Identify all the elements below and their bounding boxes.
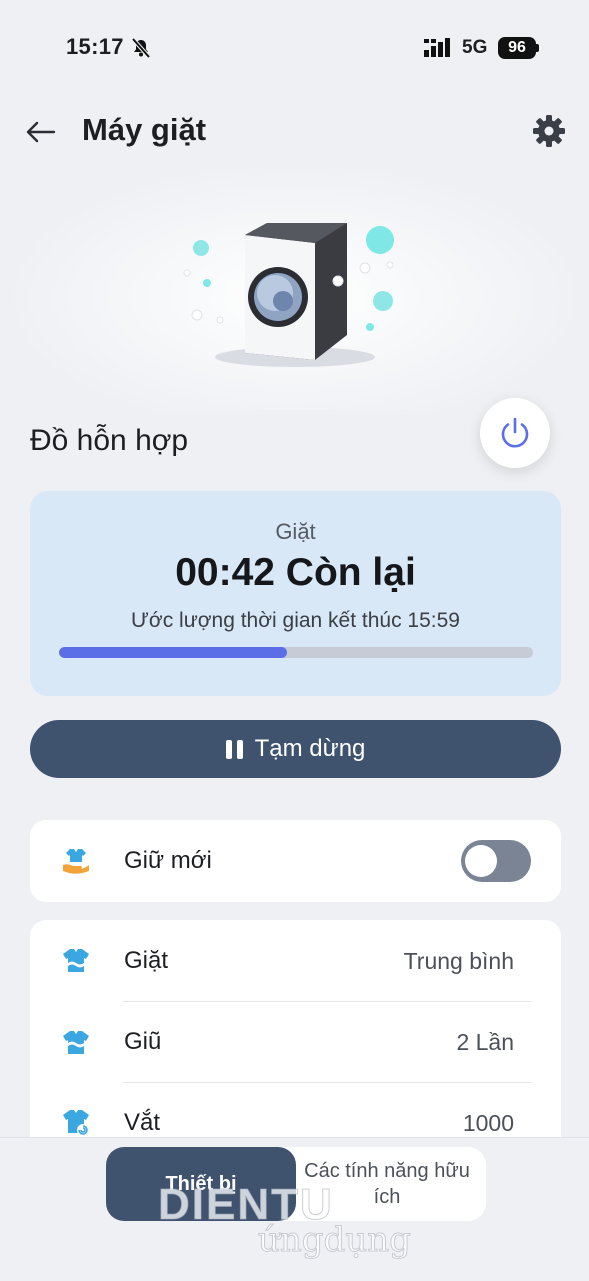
cycle-status-card: Giặt 00:42 Còn lại Ước lượng thời gian k… [30,491,561,696]
keep-fresh-card: Giữ mới [30,820,561,902]
progress-bar [59,647,533,658]
pause-icon [225,739,243,759]
washing-machine-illustration [183,223,394,367]
power-icon [501,417,529,448]
wash-shirt-icon [63,949,89,972]
cycle-phase: Giặt [275,519,316,544]
progress-fill [59,647,287,658]
network-type: 5G [462,37,488,58]
keep-fresh-icon [63,849,89,874]
keep-fresh-toggle[interactable] [461,840,531,882]
time-remaining: 00:42 Còn lại [175,551,416,594]
settings-card: Giặt Trung bình Giũ 2 Lần Vắt 1000 [30,920,561,1150]
watermark-subtext: ứngdụng [258,1220,412,1261]
page-title: Máy giặt [82,112,207,147]
power-button[interactable] [480,398,550,468]
pause-button-label: Tạm dừng [254,735,366,762]
battery-tip [536,44,539,52]
rinse-shirt-icon [63,1031,89,1054]
back-arrow-icon[interactable] [24,118,58,146]
gear-icon[interactable] [532,114,566,148]
battery-indicator: 96 [498,37,536,59]
settings-row-value: Trung bình [403,948,514,974]
settings-row-value: 1000 [462,1110,514,1136]
settings-row-label: Giặt [124,947,169,974]
keep-fresh-label: Giữ mới [124,847,212,874]
estimated-end-time: Ước lượng thời gian kết thúc 15:59 [131,609,460,632]
bell-muted-icon [131,37,151,59]
program-name: Đồ hỗn hợp [30,424,189,457]
spin-shirt-icon [63,1110,89,1136]
settings-row-wash[interactable]: Giặt Trung bình [30,920,561,1001]
settings-row-label: Vắt [124,1109,161,1136]
settings-row-label: Giũ [124,1028,162,1055]
pause-button[interactable]: Tạm dừng [30,720,561,778]
signal-icon [424,38,450,57]
toggle-knob [465,845,497,877]
status-time: 15:17 [66,34,124,59]
settings-row-rinse[interactable]: Giũ 2 Lần [30,1002,561,1083]
settings-row-value: 2 Lần [456,1029,514,1055]
